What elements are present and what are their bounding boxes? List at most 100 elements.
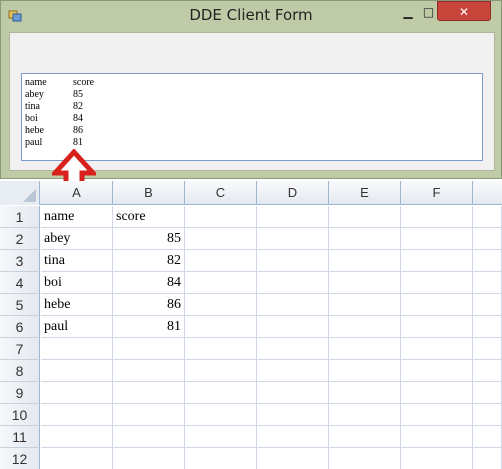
title-bar[interactable]: DDE Client Form ▁ □ ✕: [1, 1, 501, 31]
cell[interactable]: [401, 360, 473, 382]
cell[interactable]: [185, 316, 257, 338]
cell[interactable]: [329, 228, 401, 250]
cell[interactable]: 84: [113, 272, 185, 294]
cell[interactable]: [257, 250, 329, 272]
close-button[interactable]: ✕: [437, 1, 491, 21]
cell[interactable]: [329, 426, 401, 448]
select-all-corner[interactable]: [0, 181, 40, 205]
cell[interactable]: 82: [113, 250, 185, 272]
cell[interactable]: name: [41, 206, 113, 228]
row-header[interactable]: 11: [0, 426, 40, 448]
cell[interactable]: [401, 316, 473, 338]
cell[interactable]: [473, 250, 502, 272]
cell[interactable]: [41, 426, 113, 448]
cell[interactable]: [473, 228, 502, 250]
cell[interactable]: [473, 382, 502, 404]
row-header[interactable]: 6: [0, 316, 40, 338]
cell[interactable]: [257, 404, 329, 426]
cell[interactable]: [185, 294, 257, 316]
cell[interactable]: [113, 360, 185, 382]
cell[interactable]: [185, 448, 257, 469]
cell[interactable]: [185, 382, 257, 404]
cell[interactable]: [401, 338, 473, 360]
cell[interactable]: [185, 426, 257, 448]
cell[interactable]: [401, 404, 473, 426]
cell[interactable]: [473, 404, 502, 426]
column-header-a[interactable]: A: [41, 181, 113, 205]
cell[interactable]: [257, 316, 329, 338]
cell[interactable]: [257, 206, 329, 228]
cell[interactable]: 85: [113, 228, 185, 250]
cell[interactable]: [401, 250, 473, 272]
cell[interactable]: [329, 404, 401, 426]
cell[interactable]: [113, 448, 185, 469]
cell[interactable]: [473, 294, 502, 316]
cell[interactable]: [185, 360, 257, 382]
cell[interactable]: [257, 338, 329, 360]
row-header[interactable]: 9: [0, 382, 40, 404]
cell[interactable]: [185, 206, 257, 228]
cell[interactable]: abey: [41, 228, 113, 250]
cell[interactable]: [329, 448, 401, 469]
cell[interactable]: [185, 228, 257, 250]
cell[interactable]: hebe: [41, 294, 113, 316]
cell[interactable]: [329, 206, 401, 228]
row-header[interactable]: 1: [0, 206, 40, 228]
cell[interactable]: [257, 228, 329, 250]
cell[interactable]: [473, 316, 502, 338]
cell[interactable]: paul: [41, 316, 113, 338]
cell[interactable]: [41, 382, 113, 404]
cell[interactable]: [401, 448, 473, 469]
column-header-e[interactable]: E: [329, 181, 401, 205]
cell[interactable]: [185, 338, 257, 360]
cell[interactable]: [257, 272, 329, 294]
cell[interactable]: [401, 426, 473, 448]
cell[interactable]: [185, 272, 257, 294]
cell[interactable]: [473, 338, 502, 360]
row-header[interactable]: 2: [0, 228, 40, 250]
column-header-c[interactable]: C: [185, 181, 257, 205]
cell[interactable]: [113, 338, 185, 360]
cell[interactable]: [329, 294, 401, 316]
cell[interactable]: [257, 448, 329, 469]
cell[interactable]: 86: [113, 294, 185, 316]
cell[interactable]: [185, 250, 257, 272]
row-header[interactable]: 5: [0, 294, 40, 316]
column-header-f[interactable]: F: [401, 181, 473, 205]
cell[interactable]: [329, 360, 401, 382]
cell[interactable]: [41, 448, 113, 469]
row-header[interactable]: 7: [0, 338, 40, 360]
row-header[interactable]: 12: [0, 448, 40, 469]
row-header[interactable]: 3: [0, 250, 40, 272]
row-header[interactable]: 10: [0, 404, 40, 426]
cell[interactable]: [113, 382, 185, 404]
cell[interactable]: [257, 426, 329, 448]
cell[interactable]: [113, 404, 185, 426]
dde-text-box[interactable]: name score abey 85 tina 82 boi 84 hebe 86 paul 81: [21, 73, 483, 161]
cell[interactable]: [401, 294, 473, 316]
cell[interactable]: score: [113, 206, 185, 228]
cell[interactable]: [41, 338, 113, 360]
cell[interactable]: [41, 404, 113, 426]
cell[interactable]: [257, 360, 329, 382]
cell[interactable]: [473, 206, 502, 228]
cell[interactable]: [401, 228, 473, 250]
column-header-d[interactable]: D: [257, 181, 329, 205]
cell[interactable]: [473, 272, 502, 294]
cell[interactable]: [185, 404, 257, 426]
cell[interactable]: [329, 272, 401, 294]
cell[interactable]: [401, 382, 473, 404]
spreadsheet-grid[interactable]: ABCDEF 1 name score 2 abey 85 3 tina 82 4 boi 84 5 he…: [0, 181, 502, 469]
cell[interactable]: tina: [41, 250, 113, 272]
cell[interactable]: boi: [41, 272, 113, 294]
cell[interactable]: [473, 426, 502, 448]
cell[interactable]: [401, 272, 473, 294]
row-header[interactable]: 4: [0, 272, 40, 294]
cell[interactable]: [257, 294, 329, 316]
column-header-b[interactable]: B: [113, 181, 185, 205]
cell[interactable]: [329, 316, 401, 338]
cell[interactable]: [257, 382, 329, 404]
cell[interactable]: [401, 206, 473, 228]
cell[interactable]: [329, 250, 401, 272]
cell[interactable]: [113, 426, 185, 448]
